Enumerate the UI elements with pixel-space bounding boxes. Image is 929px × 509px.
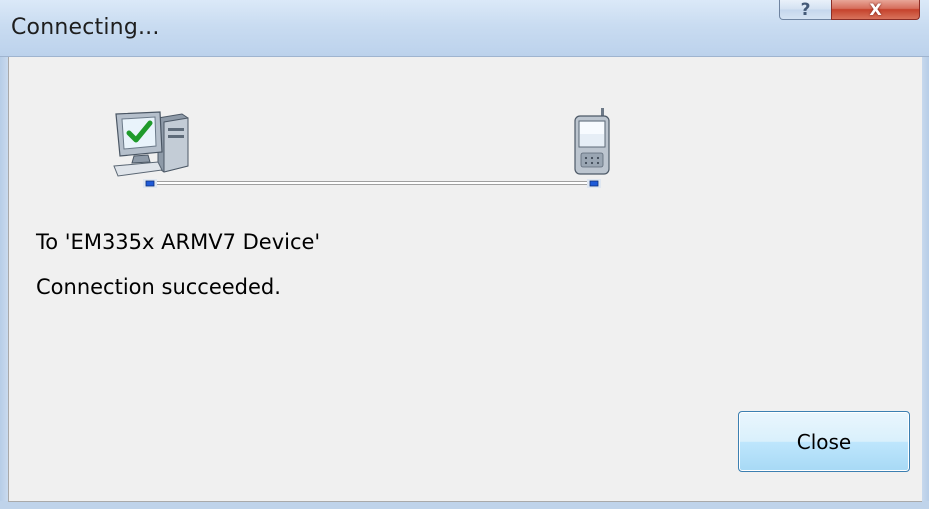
connecting-dialog: Connecting... ? X To 'EM335x ARMV7 Devic… (0, 0, 929, 509)
title-bar[interactable]: Connecting... ? X (0, 0, 929, 57)
close-icon: X (869, 0, 882, 19)
network-port-left-icon (143, 179, 157, 188)
window-title: Connecting... (11, 15, 160, 40)
network-port-right-icon (587, 179, 601, 188)
window-frame-bottom (0, 501, 929, 509)
window-close-button[interactable]: X (831, 0, 920, 20)
desktop-computer-check-icon (113, 111, 189, 177)
help-icon: ? (800, 0, 811, 20)
window-frame-left (0, 57, 8, 509)
help-button[interactable]: ? (779, 0, 832, 20)
window-frame-right (921, 57, 929, 509)
connection-target-text: To 'EM335x ARMV7 Device' (36, 230, 321, 254)
connection-status-text: Connection succeeded. (36, 275, 281, 299)
connection-line (152, 181, 594, 185)
close-button[interactable]: Close (738, 411, 910, 472)
pda-device-icon (574, 108, 610, 175)
